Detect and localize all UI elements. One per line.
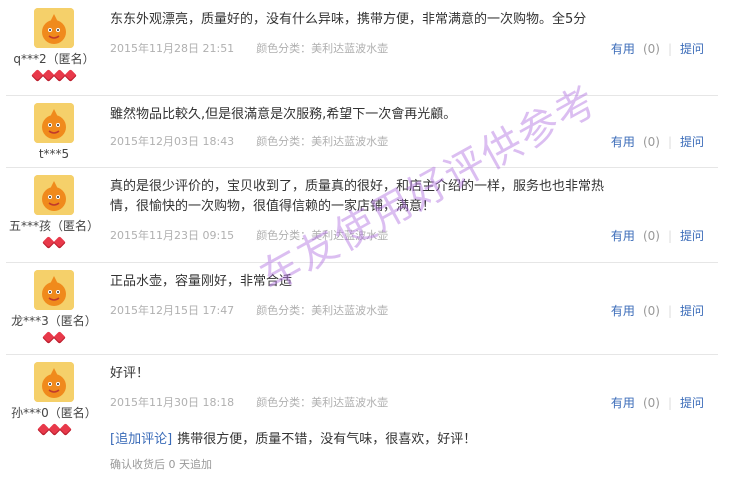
buyer-level-hearts xyxy=(6,423,102,436)
avatar[interactable] xyxy=(34,103,74,143)
username: q***2（匿名） xyxy=(13,52,95,66)
review-user: 五***孩（匿名） xyxy=(6,175,102,249)
username: t***5 xyxy=(38,147,70,161)
divider: | xyxy=(667,42,672,56)
review-meta: 2015年11月23日 09:15 颜色分类：美利达蓝波水壶 xyxy=(110,227,388,243)
color-category: 颜色分类：美利达蓝波水壶 xyxy=(256,304,389,317)
buyer-level-hearts xyxy=(6,236,102,249)
useful-count: (0) xyxy=(642,396,660,410)
review-actions: 有用 (0) | 提问 xyxy=(611,394,704,411)
review-item: t***5 雖然物品比較久,但是很滿意是次服務,希望下一次會再光顧。 2015年… xyxy=(6,95,718,168)
append-review: [追加评论] 携带很方便，质量不错，没有气味，很喜欢，好评！ xyxy=(110,428,476,447)
review-meta: 2015年11月28日 21:51 颜色分类：美利达蓝波水壶 xyxy=(110,40,388,56)
append-meta: 确认收货后 0 天追加 xyxy=(110,458,212,471)
avatar[interactable] xyxy=(34,8,74,48)
heart-icon xyxy=(53,331,66,344)
append-review-text: 携带很方便，质量不错，没有气味，很喜欢，好评！ xyxy=(177,432,477,447)
useful-count: (0) xyxy=(642,42,660,56)
useful-button[interactable]: 有用 xyxy=(611,135,635,149)
divider: | xyxy=(667,229,672,243)
review-date: 2015年11月28日 21:51 xyxy=(110,42,235,55)
review-meta: 2015年11月30日 18:18 颜色分类：美利达蓝波水壶 xyxy=(110,394,388,410)
review-actions: 有用 (0) | 提问 xyxy=(611,40,704,57)
username: 五***孩（匿名） xyxy=(8,219,99,233)
ask-button[interactable]: 提问 xyxy=(680,135,704,149)
review-date: 2015年12月15日 17:47 xyxy=(110,304,235,317)
review-content: 好评！ xyxy=(110,366,150,381)
color-category: 颜色分类：美利达蓝波水壶 xyxy=(256,135,389,148)
review-content: 雖然物品比較久,但是很滿意是次服務,希望下一次會再光顧。 xyxy=(110,107,457,122)
useful-button[interactable]: 有用 xyxy=(611,229,635,243)
useful-count: (0) xyxy=(642,229,660,243)
ask-button[interactable]: 提问 xyxy=(680,42,704,56)
review-actions: 有用 (0) | 提问 xyxy=(611,302,704,319)
avatar[interactable] xyxy=(34,270,74,310)
heart-icon xyxy=(53,236,66,249)
review-user: 孙***0（匿名） xyxy=(6,362,102,436)
review-meta: 2015年12月15日 17:47 颜色分类：美利达蓝波水壶 xyxy=(110,302,388,318)
ask-button[interactable]: 提问 xyxy=(680,229,704,243)
ask-button[interactable]: 提问 xyxy=(680,396,704,410)
heart-icon xyxy=(36,423,50,436)
useful-count: (0) xyxy=(642,304,660,318)
review-actions: 有用 (0) | 提问 xyxy=(611,227,704,244)
color-category: 颜色分类：美利达蓝波水壶 xyxy=(256,229,389,242)
divider: | xyxy=(667,135,672,149)
review-meta: 2015年12月03日 18:43 颜色分类：美利达蓝波水壶 xyxy=(110,133,388,149)
username: 孙***0（匿名） xyxy=(11,406,97,420)
review-content: 东东外观漂亮，质量好的，没有什么异味，携带方便，非常满意的一次购物。全5分 xyxy=(110,12,587,27)
avatar[interactable] xyxy=(34,362,74,402)
useful-button[interactable]: 有用 xyxy=(611,42,635,56)
review-item: q***2（匿名） 东东外观漂亮，质量好的，没有什么异味，携带方便，非常满意的一… xyxy=(6,0,718,96)
heart-icon xyxy=(64,69,77,82)
username: 龙***3（匿名） xyxy=(11,314,97,328)
avatar[interactable] xyxy=(34,175,74,215)
review-date: 2015年11月23日 09:15 xyxy=(110,229,235,242)
heart-icon xyxy=(58,423,72,436)
color-category: 颜色分类：美利达蓝波水壶 xyxy=(256,42,389,55)
review-content: 正品水壶，容量刚好，非常合适 xyxy=(110,274,293,289)
buyer-level-hearts xyxy=(6,69,102,82)
review-item: 孙***0（匿名） 好评！ 2015年11月30日 18:18 颜色分类：美利达蓝… xyxy=(6,354,718,482)
review-item: 龙***3（匿名） 正品水壶，容量刚好，非常合适 2015年12月15日 17:… xyxy=(6,262,718,355)
heart-icon xyxy=(47,423,61,436)
color-category: 颜色分类：美利达蓝波水壶 xyxy=(256,396,389,409)
review-user: t***5 xyxy=(6,103,102,162)
divider: | xyxy=(667,304,672,318)
review-content: 真的是很少评价的，宝贝收到了，质量真的很好，和店主介绍的一样，服务也也非常热情，… xyxy=(110,179,605,214)
divider: | xyxy=(667,396,672,410)
review-user: q***2（匿名） xyxy=(6,8,102,82)
review-user: 龙***3（匿名） xyxy=(6,270,102,344)
useful-count: (0) xyxy=(642,135,660,149)
review-date: 2015年11月30日 18:18 xyxy=(110,396,235,409)
ask-button[interactable]: 提问 xyxy=(680,304,704,318)
useful-button[interactable]: 有用 xyxy=(611,304,635,318)
buyer-level-hearts xyxy=(6,331,102,344)
review-actions: 有用 (0) | 提问 xyxy=(611,133,704,150)
useful-button[interactable]: 有用 xyxy=(611,396,635,410)
review-item: 五***孩（匿名） 真的是很少评价的，宝贝收到了，质量真的很好，和店主介绍的一样… xyxy=(6,167,718,263)
review-date: 2015年12月03日 18:43 xyxy=(110,135,235,148)
append-review-label: [追加评论] xyxy=(110,432,173,447)
